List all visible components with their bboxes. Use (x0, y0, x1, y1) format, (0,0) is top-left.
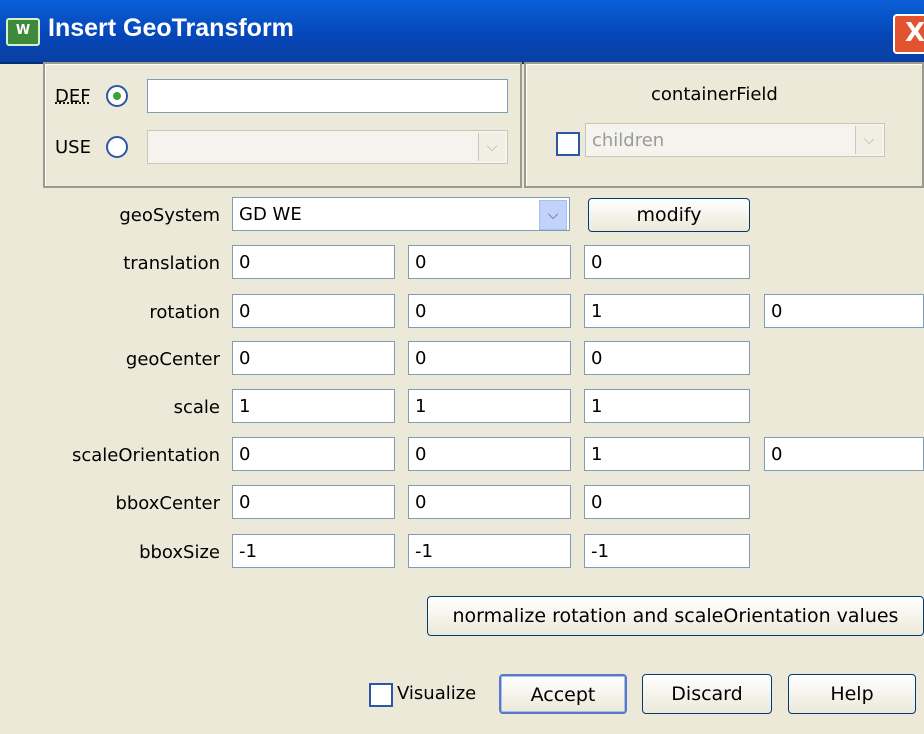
translation-x-input[interactable]: 0 (232, 245, 395, 279)
geosystem-select[interactable]: GD WE ⌵ (232, 197, 570, 231)
use-radio[interactable] (106, 136, 128, 158)
field-label-geocenter: geoCenter (125, 349, 220, 370)
field-label-bboxsize: bboxSize (139, 542, 220, 563)
rotation-z-input[interactable]: 1 (584, 294, 750, 328)
visualize-label: Visualize (397, 683, 477, 704)
rotation-angle-input[interactable]: 0 (764, 294, 924, 328)
window-app-icon: W (6, 18, 40, 46)
scaleorientation-y-input[interactable]: 0 (408, 437, 571, 471)
translation-z-input[interactable]: 0 (584, 245, 750, 279)
chevron-down-icon[interactable]: ⌵ (478, 133, 505, 161)
radio-selected-dot (113, 92, 121, 100)
scale-y-input[interactable]: 1 (408, 389, 571, 423)
geocenter-y-input[interactable]: 0 (408, 341, 571, 375)
scale-x-input[interactable]: 1 (232, 389, 395, 423)
field-label-translation: translation (123, 253, 220, 274)
close-icon[interactable]: X (893, 14, 924, 54)
accept-button[interactable]: Accept (499, 674, 627, 714)
bboxcenter-x-input[interactable]: 0 (232, 485, 395, 519)
scale-z-input[interactable]: 1 (584, 389, 750, 423)
help-button[interactable]: Help (788, 674, 916, 714)
container-field-checkbox[interactable] (556, 132, 580, 156)
geosystem-value: GD WE (239, 204, 302, 225)
rotation-x-input[interactable]: 0 (232, 294, 395, 328)
bboxsize-z-input[interactable]: -1 (584, 534, 750, 568)
field-label-rotation: rotation (149, 302, 220, 323)
geocenter-z-input[interactable]: 0 (584, 341, 750, 375)
container-field-title: containerField (651, 84, 778, 105)
field-label-bboxcenter: bboxCenter (115, 493, 220, 514)
field-label-geosystem: geoSystem (119, 205, 220, 226)
def-label: DEF (55, 86, 91, 107)
discard-button[interactable]: Discard (642, 674, 772, 714)
bboxsize-y-input[interactable]: -1 (408, 534, 571, 568)
normalize-values-button[interactable]: normalize rotation and scaleOrientation … (427, 596, 924, 636)
visualize-checkbox[interactable] (369, 683, 393, 707)
use-label: USE (55, 137, 91, 158)
scaleorientation-angle-input[interactable]: 0 (764, 437, 924, 471)
field-label-scaleorientation: scaleOrientation (72, 445, 220, 466)
rotation-y-input[interactable]: 0 (408, 294, 571, 328)
modify-button[interactable]: modify (588, 198, 750, 232)
container-field-select[interactable]: children ⌵ (585, 123, 885, 157)
use-select[interactable]: ⌵ (147, 130, 508, 164)
bboxcenter-z-input[interactable]: 0 (584, 485, 750, 519)
container-field-value: children (592, 130, 665, 151)
window-title: Insert GeoTransform (48, 14, 294, 42)
bboxcenter-y-input[interactable]: 0 (408, 485, 571, 519)
scaleorientation-z-input[interactable]: 1 (584, 437, 750, 471)
translation-y-input[interactable]: 0 (408, 245, 571, 279)
def-radio[interactable] (106, 85, 128, 107)
bboxsize-x-input[interactable]: -1 (232, 534, 395, 568)
def-name-input[interactable] (147, 79, 508, 113)
title-bar[interactable]: W Insert GeoTransform X (0, 0, 924, 64)
field-label-scale: scale (173, 397, 220, 418)
chevron-down-icon[interactable]: ⌵ (855, 126, 882, 154)
chevron-down-icon[interactable]: ⌵ (539, 200, 567, 230)
geocenter-x-input[interactable]: 0 (232, 341, 395, 375)
scaleorientation-x-input[interactable]: 0 (232, 437, 395, 471)
